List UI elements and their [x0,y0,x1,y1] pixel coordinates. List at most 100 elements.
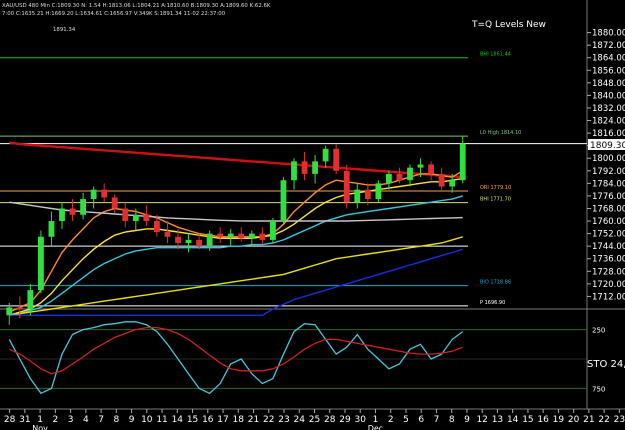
time-tick-label: 16 [202,415,214,425]
price-tick-label: 1760.00 [592,217,625,227]
time-tick-label: 16 [537,415,549,425]
time-tick-label: 10 [141,415,153,425]
time-tick-label: 9 [129,415,135,425]
prior-high-label: 1891.34 [53,27,76,33]
price-tick-label: 1800.00 [592,154,625,164]
candle-body [248,233,255,239]
time-tick-label: 6 [418,415,424,425]
price-tick-label: 1752.00 [592,230,625,240]
price-tick-label: 1840.00 [592,91,625,101]
candle-body [301,161,308,174]
time-tick-label: 23 [614,415,625,425]
time-tick-label: 22 [598,415,609,425]
header-line-1: XAU/USD 480 Min C:1809.30 N: 1.54 H:1813… [2,3,271,9]
candle-body [111,197,118,209]
candle-body [364,189,371,200]
candle-body [143,214,150,222]
candle-body [354,189,361,203]
candle-body [238,233,245,239]
time-tick-label: 19 [553,415,565,425]
month-label: Nov [32,424,48,430]
candle-body [101,189,108,198]
osc-tick-label: 750 [592,385,605,393]
candle-body [322,148,329,162]
time-tick-label: 25 [309,415,320,425]
candle-body [291,161,297,181]
month-label: Dec [368,424,383,430]
candle-body [196,239,202,247]
candle-body [122,208,129,222]
candle-body [69,208,76,215]
candle-body [217,233,224,237]
candle-body [80,199,86,215]
oscillator-title: STO 24, [587,359,625,370]
time-tick-label: 7 [98,415,104,425]
price-tick-label: 1720.00 [592,280,625,290]
time-tick-label: 12 [476,415,487,425]
price-tick-label: 1824.00 [592,117,625,127]
time-tick-label: 29 [339,415,351,425]
price-tick-label: 1880.00 [592,29,625,39]
price-tick-label: 1872.00 [592,41,625,51]
price-tick-label: 1768.00 [592,204,625,214]
candle-body [417,164,424,168]
time-tick-label: 30 [355,415,367,425]
time-tick-label: 31 [19,415,30,425]
candle-body [38,236,44,291]
time-tick-label: 2 [388,415,394,425]
candle-body [386,173,392,184]
time-tick-label: 11 [156,415,167,425]
price-tick-label: 1792.00 [592,167,625,177]
candle-body [90,189,97,200]
time-tick-label: 8 [449,415,455,425]
level-label: P 1696.90 [480,300,505,306]
candle-body [259,233,266,240]
time-tick-label: 28 [4,415,16,425]
candle-body [48,221,55,237]
chart-title: T=Q Levels New [471,20,546,30]
time-tick-label: 7 [434,415,440,425]
last-price-label: 1809.30 [590,141,625,151]
time-tick-label: 9 [464,415,470,425]
price-tick-label: 1848.00 [592,79,625,89]
candle-body [154,221,160,233]
price-tick-label: 1744.00 [592,242,625,252]
candle-body [59,208,65,222]
time-tick-label: 15 [522,415,533,425]
time-tick-label: 14 [172,415,184,425]
time-tick-label: 14 [507,415,519,425]
price-tick-label: 1856.00 [592,66,625,76]
candle-body [375,183,382,200]
level-label: L0 High 1814.10 [480,130,521,136]
level-label: ORI 1779.10 [480,185,511,191]
time-tick-label: 5 [403,415,409,425]
time-tick-label: 21 [248,415,259,425]
time-tick-label: 21 [583,415,594,425]
time-tick-label: 24 [294,415,306,425]
time-tick-label: 23 [278,415,289,425]
time-tick-label: 15 [187,415,198,425]
candle-body [438,173,445,187]
candle-body [206,233,213,247]
price-tick-label: 1712.00 [592,292,625,302]
time-tick-label: 8 [113,415,119,425]
time-tick-label: 4 [83,415,89,425]
candle-body [227,233,234,237]
candle-body [459,143,466,181]
header-line-2: 7:00 C:1635.21 H:1669.20 L:1634.61 C:165… [2,11,226,17]
candle-body [333,148,340,171]
price-tick-label: 1832.00 [592,104,625,114]
level-label: BIO 1718.86 [480,280,511,286]
time-tick-label: 18 [233,415,245,425]
candle-body [270,221,276,240]
time-tick-label: 28 [324,415,336,425]
candle-body [132,214,139,222]
candle-body [16,307,23,309]
time-tick-label: 17 [217,415,228,425]
candle-body [185,239,192,244]
candle-body [6,307,13,316]
time-tick-label: 13 [492,415,503,425]
candle-body [175,236,181,244]
level-label: BHI 1771.70 [480,197,511,203]
time-tick-label: 3 [68,415,74,425]
